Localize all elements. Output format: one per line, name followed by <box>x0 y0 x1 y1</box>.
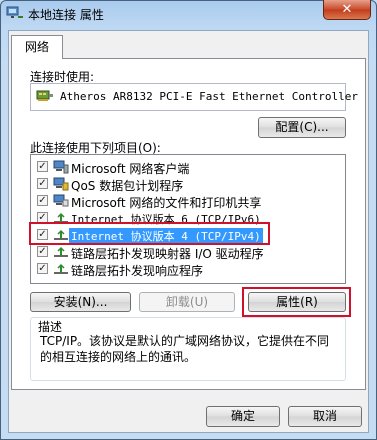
list-item[interactable]: ✓ 链路层拓扑发现响应程序 <box>35 261 335 278</box>
list-item[interactable]: ✓ 链路层拓扑发现映射器 I/O 驱动程序 <box>35 244 335 261</box>
cancel-button-label: 取消 <box>312 409 337 423</box>
list-item[interactable]: ✓ QoS 数据包计划程序 <box>35 176 335 193</box>
properties-button-label: 属性(R) <box>276 295 318 309</box>
qos-scheduler-icon <box>53 177 69 191</box>
components-list[interactable]: ✓ Microsoft 网络客户端 ✓ QoS 数据包计划程序 ✓ Micros… <box>30 154 346 284</box>
list-item-label: QoS 数据包计划程序 <box>71 179 184 193</box>
configure-button-label: 配置(C)... <box>275 120 329 134</box>
protocol-icon <box>53 262 69 276</box>
network-adapter-icon <box>36 88 54 104</box>
checkbox[interactable]: ✓ <box>37 246 48 257</box>
ok-button-label: 确定 <box>230 409 255 423</box>
configure-button[interactable]: 配置(C)... <box>258 117 346 138</box>
window-title: 本地连接 属性 <box>28 8 104 22</box>
list-item-label: 链路层拓扑发现响应程序 <box>71 264 204 278</box>
uninstall-button-label: 卸载(U) <box>165 295 209 309</box>
network-client-icon <box>53 160 69 174</box>
install-button-label: 安装(N)... <box>53 295 108 309</box>
uninstall-button[interactable]: 卸载(U) <box>139 292 235 312</box>
properties-button[interactable]: 属性(R) <box>248 292 346 312</box>
list-item-label: Microsoft 网络的文件和打印机共享 <box>71 196 262 210</box>
list-item-label: 链路层拓扑发现映射器 I/O 驱动程序 <box>71 247 264 261</box>
protocol-icon <box>53 245 69 259</box>
checkbox[interactable]: ✓ <box>37 161 48 172</box>
close-button[interactable]: ✕ <box>323 0 371 20</box>
checkbox[interactable]: ✓ <box>37 263 48 274</box>
highlight-annotation-frame <box>29 222 270 245</box>
tab-networking[interactable]: 网络 <box>11 35 63 59</box>
adapter-name: Atheros AR8132 PCI-E Fast Ethernet Contr… <box>60 90 359 103</box>
list-item[interactable]: ✓ Microsoft 网络客户端 <box>35 159 335 176</box>
close-icon: ✕ <box>341 2 353 17</box>
description-text: TCP/IP。该协议是默认的广域网络协议，它提供在不同的相互连接的网络上的通讯。 <box>40 334 330 364</box>
list-item-label: Microsoft 网络客户端 <box>71 162 190 176</box>
install-button[interactable]: 安装(N)... <box>30 292 131 312</box>
cancel-button[interactable]: 取消 <box>288 406 362 427</box>
file-printer-sharing-icon <box>53 194 69 208</box>
checkbox[interactable]: ✓ <box>37 195 48 206</box>
network-connection-icon <box>6 5 24 21</box>
list-item[interactable]: ✓ Microsoft 网络的文件和打印机共享 <box>35 193 335 210</box>
checkbox[interactable]: ✓ <box>37 178 48 189</box>
ok-button[interactable]: 确定 <box>206 406 280 427</box>
title-bar[interactable]: 本地连接 属性 ✕ <box>0 0 377 28</box>
tab-label: 网络 <box>24 40 49 54</box>
